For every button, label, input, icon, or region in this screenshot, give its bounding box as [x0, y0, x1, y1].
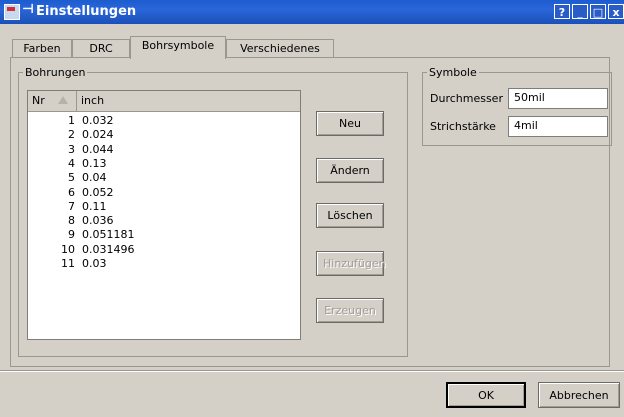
row-value: 0.051181 — [82, 228, 135, 242]
footer-separator — [0, 370, 624, 371]
row-value: 0.044 — [82, 142, 114, 156]
tab-bohrsymbole[interactable]: Bohrsymbole — [130, 36, 226, 59]
abbrechen-button[interactable]: Abbrechen — [538, 382, 620, 408]
tab-verschiedenes[interactable]: Verschiedenes — [226, 39, 334, 58]
table-row[interactable]: 3 0.044 — [28, 143, 300, 157]
minimize-button[interactable]: _ — [572, 4, 588, 19]
table-row[interactable]: 6 0.052 — [28, 186, 300, 200]
row-nr: 10 — [61, 242, 75, 256]
tab-drc[interactable]: DRC — [72, 39, 130, 58]
row-nr: 8 — [68, 214, 75, 228]
table-row[interactable]: 8 0.036 — [28, 214, 300, 228]
row-nr: 5 — [68, 171, 75, 185]
strichstaerke-input[interactable]: 4mil — [508, 116, 608, 137]
column-header-inch[interactable]: inch — [77, 91, 300, 111]
ok-button[interactable]: OK — [446, 382, 526, 408]
neu-button[interactable]: Neu — [316, 111, 384, 136]
row-value: 0.031496 — [82, 242, 135, 256]
table-row[interactable]: 7 0.11 — [28, 200, 300, 214]
table-row[interactable]: 4 0.13 — [28, 157, 300, 171]
row-nr: 11 — [61, 257, 75, 270]
row-value: 0.024 — [82, 128, 114, 142]
table-row[interactable]: 1 0.032 — [28, 114, 300, 128]
aendern-button[interactable]: Ändern — [316, 158, 384, 183]
hinzufuegen-button[interactable]: Hinzufügen — [316, 251, 386, 276]
row-value: 0.032 — [82, 114, 114, 127]
loeschen-button[interactable]: Löschen — [316, 203, 384, 228]
row-nr: 7 — [68, 199, 75, 213]
row-nr: 1 — [68, 114, 75, 127]
column-label-nr: Nr — [32, 94, 45, 107]
list-header: Nr inch — [28, 91, 300, 112]
row-value: 0.04 — [82, 171, 107, 185]
row-nr: 3 — [68, 142, 75, 156]
strichstaerke-label: Strichstärke — [430, 120, 496, 133]
table-row[interactable]: 11 0.03 — [28, 257, 300, 271]
durchmesser-label: Durchmesser — [430, 92, 503, 105]
row-nr: 2 — [68, 128, 75, 142]
row-value: 0.052 — [82, 185, 114, 199]
close-button[interactable]: x — [608, 4, 624, 19]
table-row[interactable]: 2 0.024 — [28, 128, 300, 142]
app-icon[interactable] — [4, 4, 20, 20]
column-header-nr[interactable]: Nr — [28, 91, 77, 111]
symbole-legend: Symbole — [429, 66, 477, 79]
drill-list[interactable]: Nr inch 1 0.032 2 0.024 3 0.044 4 0.13 5 0.04 6 0.0… — [27, 90, 301, 340]
help-button[interactable]: ? — [554, 4, 570, 19]
sort-ascending-icon — [58, 96, 68, 104]
tab-farben[interactable]: Farben — [12, 39, 72, 58]
title-bar[interactable]: ⊣ Einstellungen ? _ □ x — [0, 0, 624, 24]
bohrungen-legend: Bohrungen — [25, 66, 86, 79]
maximize-button[interactable]: □ — [590, 4, 606, 19]
row-value: 0.13 — [82, 156, 107, 170]
row-value: 0.11 — [82, 199, 107, 213]
row-nr: 4 — [68, 156, 75, 170]
row-nr: 6 — [68, 185, 75, 199]
row-value: 0.036 — [82, 214, 114, 228]
window-title: Einstellungen — [36, 4, 137, 19]
durchmesser-input[interactable]: 50mil — [508, 88, 608, 109]
row-nr: 9 — [68, 228, 75, 242]
pin-icon[interactable]: ⊣ — [22, 2, 34, 17]
table-row[interactable]: 9 0.051181 — [28, 228, 300, 242]
table-row[interactable]: 10 0.031496 — [28, 243, 300, 257]
row-value: 0.03 — [82, 257, 107, 270]
erzeugen-button[interactable]: Erzeugen — [316, 298, 384, 323]
table-row[interactable]: 5 0.04 — [28, 171, 300, 185]
